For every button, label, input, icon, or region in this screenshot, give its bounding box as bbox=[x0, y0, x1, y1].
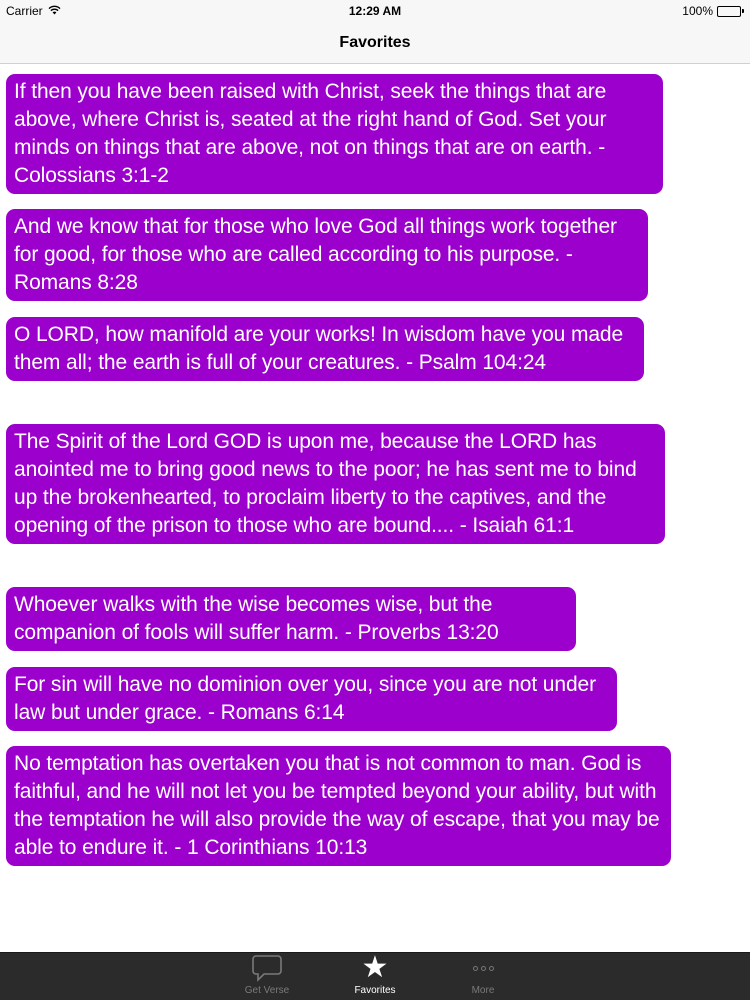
verse-item[interactable]: The Spirit of the Lord GOD is upon me, b… bbox=[6, 424, 665, 544]
tab-label: More bbox=[471, 985, 495, 996]
verse-text: The Spirit of the Lord GOD is upon me, b… bbox=[14, 430, 637, 537]
tab-more[interactable]: More bbox=[429, 953, 537, 1000]
verse-text: For sin will have no dominion over you, … bbox=[14, 673, 597, 724]
battery-icon bbox=[717, 5, 744, 17]
status-left: Carrier bbox=[6, 4, 61, 18]
verse-text: And we know that for those who love God … bbox=[14, 215, 617, 294]
verse-item[interactable]: And we know that for those who love God … bbox=[6, 209, 648, 301]
tab-label: Favorites bbox=[354, 985, 396, 996]
tab-get-verse[interactable]: Get Verse bbox=[213, 953, 321, 1000]
wifi-icon bbox=[48, 4, 61, 18]
verse-item[interactable]: No temptation has overtaken you that is … bbox=[6, 746, 671, 866]
verse-text: Whoever walks with the wise becomes wise… bbox=[14, 593, 499, 644]
tab-favorites[interactable]: ★ Favorites bbox=[321, 953, 429, 1000]
tab-bar: Get Verse ★ Favorites More bbox=[0, 952, 750, 1000]
verse-item[interactable]: For sin will have no dominion over you, … bbox=[6, 667, 617, 731]
status-time: 12:29 AM bbox=[348, 4, 402, 18]
more-dots-icon bbox=[472, 953, 494, 983]
verse-text: O LORD, how manifold are your works! In … bbox=[14, 323, 624, 374]
navigation-bar: Favorites bbox=[0, 22, 750, 64]
battery-percent: 100% bbox=[682, 4, 713, 18]
verse-item[interactable]: If then you have been raised with Christ… bbox=[6, 74, 663, 194]
verse-text: No temptation has overtaken you that is … bbox=[14, 752, 660, 859]
verse-item[interactable]: O LORD, how manifold are your works! In … bbox=[6, 317, 644, 381]
carrier-label: Carrier bbox=[6, 4, 43, 18]
favorites-list[interactable]: If then you have been raised with Christ… bbox=[0, 64, 750, 952]
star-icon: ★ bbox=[361, 951, 389, 984]
status-bar: Carrier 12:29 AM 100% bbox=[0, 0, 750, 22]
status-right: 100% bbox=[682, 4, 744, 18]
page-title: Favorites bbox=[339, 33, 411, 51]
verse-text: If then you have been raised with Christ… bbox=[14, 80, 607, 187]
tab-label: Get Verse bbox=[244, 985, 290, 996]
speech-bubble-icon bbox=[251, 953, 283, 983]
verse-item[interactable]: Whoever walks with the wise becomes wise… bbox=[6, 587, 576, 651]
